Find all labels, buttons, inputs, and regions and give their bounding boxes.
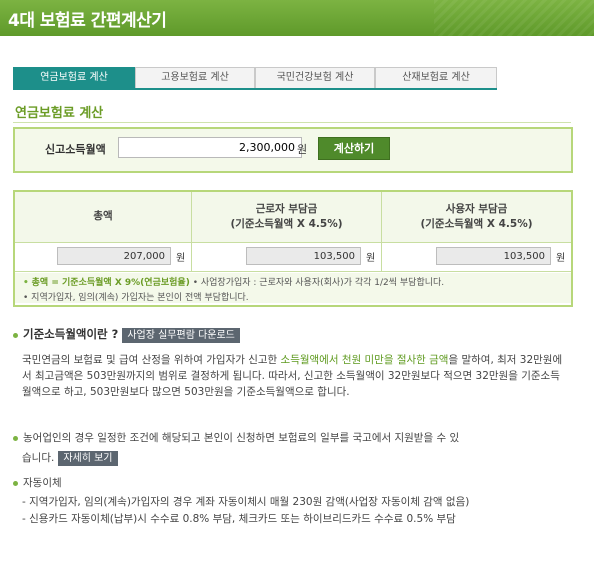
- page-title: 4대 보험료 간편계산기: [8, 11, 167, 31]
- note-formula: 총액 = 기준소득월액 X 9%(연금보험율): [31, 278, 190, 288]
- farmer-support-text: 농어업인의 경우 일정한 조건에 해당되고 본인이 신청하면 보험료의 일부를 …: [13, 430, 459, 445]
- header-bar: 4대 보험료 간편계산기: [0, 0, 594, 36]
- green-bullet-icon: [13, 480, 18, 486]
- tab-industrial-accident[interactable]: 산재보험료 계산: [375, 67, 497, 88]
- total-value: 207,000: [57, 247, 171, 265]
- total-header: 총액: [93, 210, 113, 222]
- note-regional: • 지역가입자, 임의(계속) 가입자는 본인이 전액 부담합니다.: [23, 293, 249, 303]
- tab-bar: 연금보험료 계산 고용보험료 계산 국민건강보험 계산 산재보험료 계산: [13, 67, 497, 89]
- result-value-row: 207,000 원 103,500 원 103,500 원: [15, 243, 571, 272]
- total-unit: 원: [176, 253, 186, 264]
- income-panel: 신고소득월액 원 계산하기: [13, 127, 573, 173]
- autopay-title: 자동이체: [23, 477, 62, 489]
- employee-header: 근로자 부담금: [255, 203, 318, 215]
- standard-income-heading: 기준소득월액이란 ? 사업장 실무편람 다운로드: [13, 326, 240, 343]
- calculate-button[interactable]: 계산하기: [318, 137, 390, 160]
- green-bullet-icon: [13, 332, 18, 338]
- detail-view-button[interactable]: 자세히 보기: [58, 450, 118, 466]
- description-highlight: 소득월액에서 천원 미만을 절사한 금액: [280, 354, 449, 366]
- tab-underline: [13, 88, 497, 90]
- employee-unit: 원: [366, 253, 376, 264]
- result-table: 총액 근로자 부담금 (기준소득월액 X 4.5%) 사용자 부담금 (기준소득…: [13, 190, 573, 307]
- farmer-support-line2: 습니다.: [22, 452, 55, 464]
- income-input[interactable]: [118, 137, 302, 158]
- result-notes: • 총액 = 기준소득월액 X 9%(연금보험율) • 사업장가입자 : 근로자…: [15, 273, 571, 303]
- employee-header-formula: (기준소득월액 X 4.5%): [230, 218, 343, 230]
- tab-pension[interactable]: 연금보험료 계산: [13, 67, 135, 88]
- income-unit: 원: [297, 143, 308, 156]
- employee-value: 103,500: [246, 247, 361, 265]
- tab-health[interactable]: 국민건강보험 계산: [255, 67, 375, 88]
- standard-income-description: 국민연금의 보험료 및 급여 산정을 위하여 가입자가 신고한 소득월액에서 천…: [22, 352, 566, 400]
- note-total-formula: • 총액 = 기준소득월액 X 9%(연금보험율) • 사업장가입자 : 근로자…: [23, 275, 444, 288]
- autopay-item-2: - 신용카드 자동이체(납부)시 수수료 0.8% 부담, 체크카드 또는 하이…: [22, 513, 456, 525]
- autopay-item-1: - 지역가입자, 임의(계속)가입자의 경우 계좌 자동이체시 매월 230원 …: [22, 496, 470, 508]
- farmer-support-line1: 농어업인의 경우 일정한 조건에 해당되고 본인이 신청하면 보험료의 일부를 …: [23, 432, 460, 444]
- employer-value: 103,500: [436, 247, 551, 265]
- green-bullet-icon: [13, 435, 18, 441]
- autopay-heading: 자동이체: [13, 475, 62, 490]
- header-decoration: [434, 0, 594, 36]
- standard-income-title: 기준소득월액이란 ?: [23, 327, 119, 341]
- tab-employment[interactable]: 고용보험료 계산: [135, 67, 255, 88]
- download-manual-button[interactable]: 사업장 실무편람 다운로드: [122, 327, 240, 343]
- note-bullet: •: [23, 278, 29, 288]
- section-divider: [13, 122, 571, 123]
- farmer-support-line2-row: 습니다. 자세히 보기: [22, 450, 118, 466]
- description-text: 국민연금의 보험료 및 급여 산정을 위하여 가입자가 신고한: [22, 354, 281, 366]
- employer-unit: 원: [556, 253, 566, 264]
- employer-header: 사용자 부담금: [445, 203, 508, 215]
- income-label: 신고소득월액: [45, 143, 106, 156]
- note-workplace: • 사업장가입자 : 근로자와 사용자(회사)가 각각 1/2씩 부담합니다.: [192, 278, 445, 288]
- section-title: 연금보험료 계산: [15, 106, 104, 121]
- employer-header-formula: (기준소득월액 X 4.5%): [420, 218, 533, 230]
